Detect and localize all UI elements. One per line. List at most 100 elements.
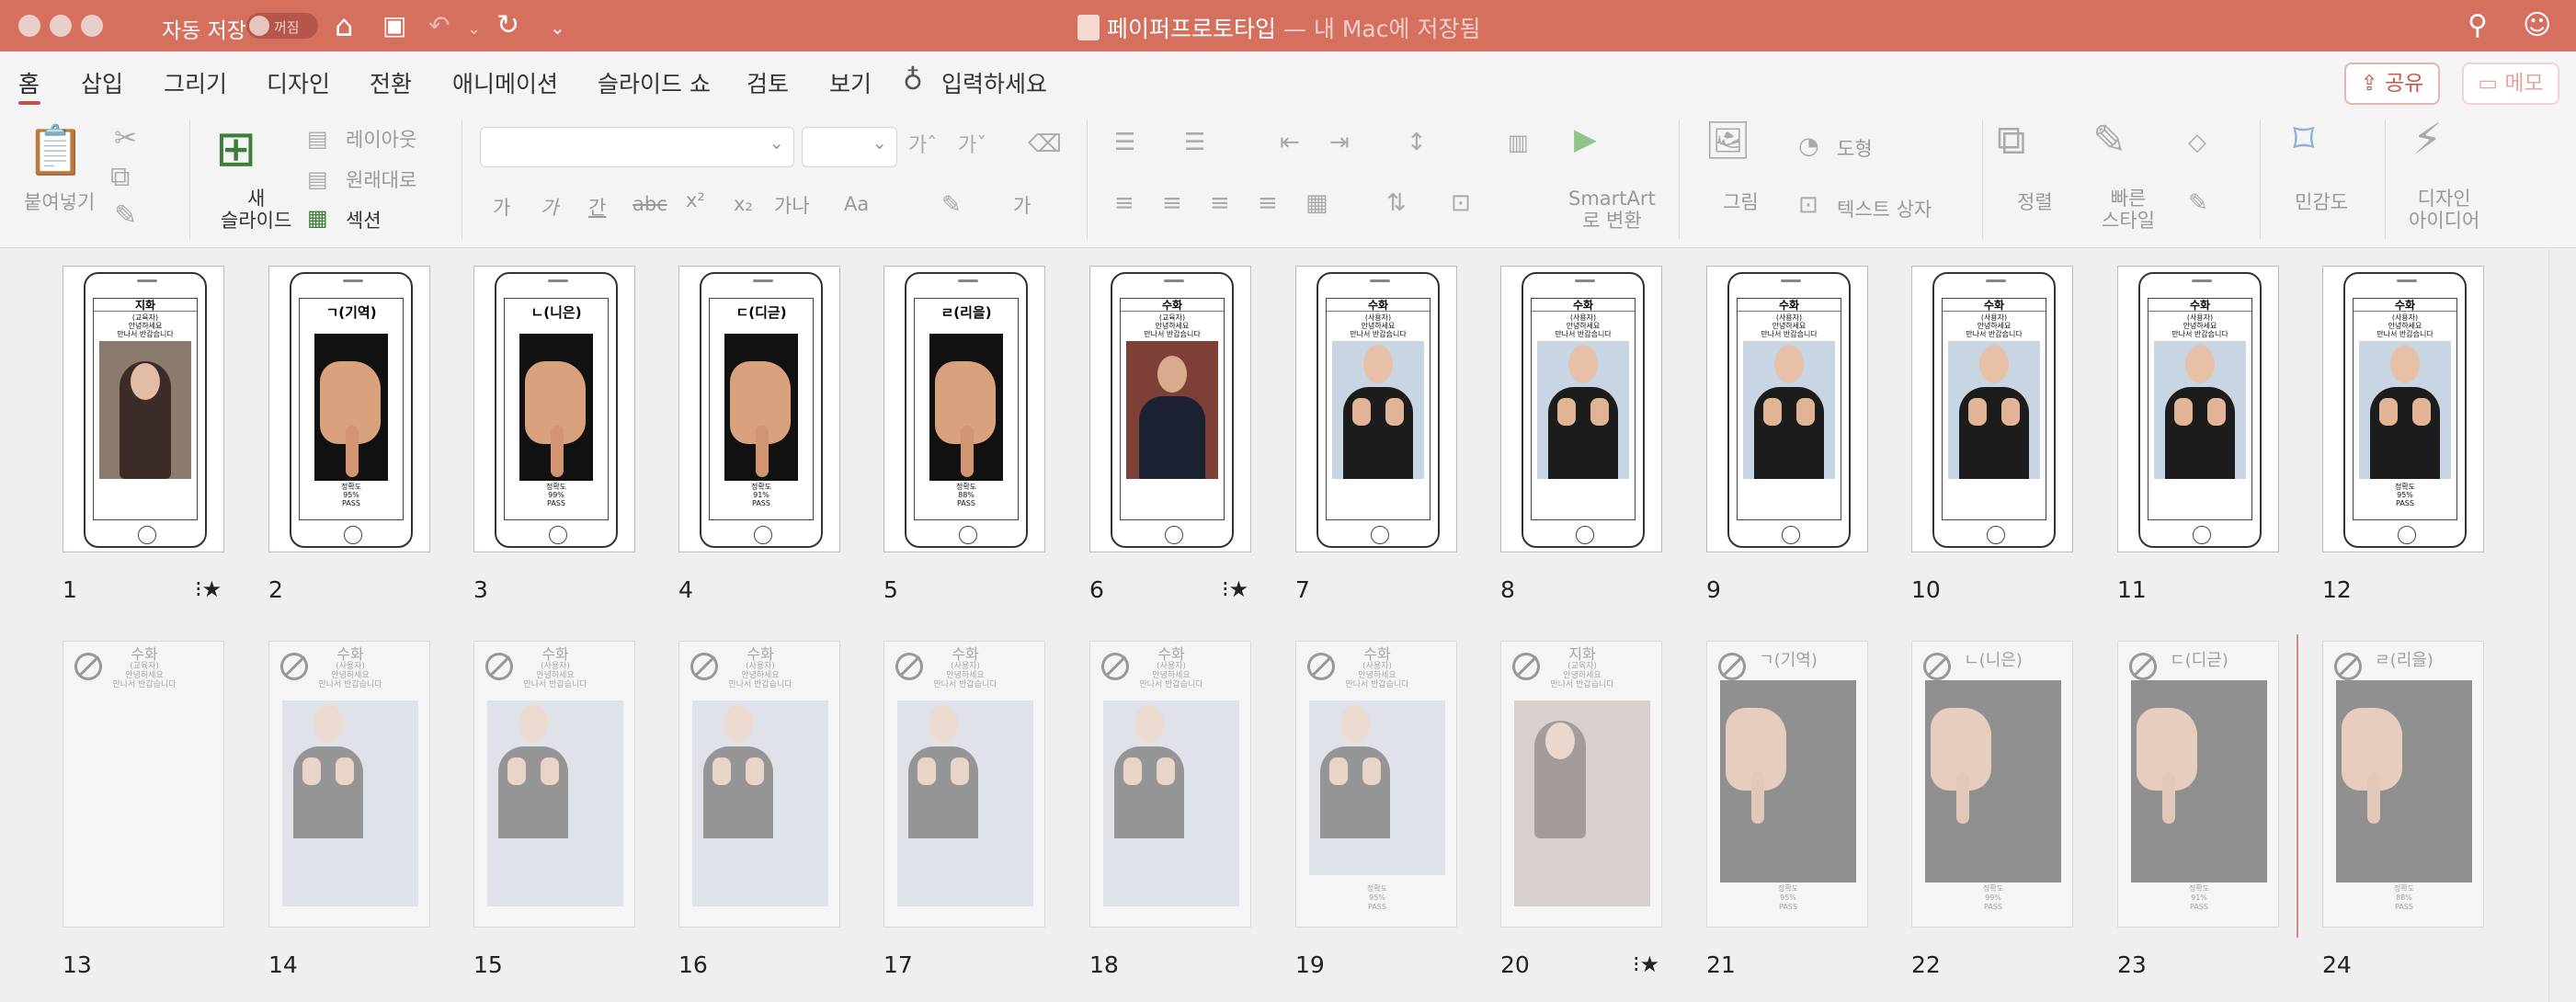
- clear-formatting-icon[interactable]: ⌫: [1028, 129, 1062, 160]
- arrange-button[interactable]: 정렬: [2017, 188, 2053, 215]
- quick-styles-button[interactable]: 빠른 스타일: [2102, 188, 2155, 232]
- share-button[interactable]: ⇪ 공유: [2344, 63, 2440, 105]
- highlight-icon[interactable]: ✎: [941, 189, 962, 221]
- layout-button[interactable]: 레이아웃: [346, 125, 416, 153]
- bold-button[interactable]: 가: [493, 193, 510, 221]
- copy-icon[interactable]: ⧉: [110, 162, 130, 193]
- reset-icon[interactable]: ▤: [307, 164, 328, 195]
- design-ideas-button[interactable]: 디자인 아이디어: [2409, 188, 2479, 232]
- slide-thumbnail[interactable]: ㄷ(디귿) 정확도 91% PASS: [678, 266, 840, 552]
- slide-thumbnail[interactable]: ㄴ(니은) 정확도 99% PASS: [473, 266, 635, 552]
- decrease-indent-icon[interactable]: ⇤: [1280, 127, 1300, 158]
- distributed-icon[interactable]: ▦: [1305, 188, 1328, 219]
- slide-thumbnail[interactable]: 수화 (사용자) 안녕하세요 만나서 반갑습니다: [1911, 266, 2073, 552]
- new-slide-label[interactable]: 새 슬라이드: [221, 188, 291, 232]
- tab-home[interactable]: 홈: [18, 66, 40, 99]
- italic-button[interactable]: 가: [541, 193, 558, 221]
- slide-thumbnail[interactable]: 수화 (사용자) 안녕하세요 만나서 반갑습니다 정확도 95% PASS: [1295, 641, 1457, 928]
- slide-thumbnail[interactable]: ㄹ(리을) 정확도 88% PASS: [2322, 641, 2484, 928]
- vertical-scrollbar[interactable]: [2548, 249, 2576, 1002]
- text-direction-icon[interactable]: ⇅: [1386, 188, 1407, 219]
- slide-thumbnail[interactable]: 수화 (사용자) 안녕하세요 만나서 반갑습니다 정확도 95% PASS: [2322, 266, 2484, 552]
- font-name-dropdown[interactable]: [480, 127, 794, 167]
- convert-smartart-button[interactable]: SmartArt 로 변환: [1568, 188, 1656, 232]
- close-window-button[interactable]: [18, 15, 40, 37]
- line-spacing-icon[interactable]: ↕: [1407, 127, 1427, 158]
- sensitivity-icon[interactable]: ⌑: [2293, 118, 2315, 160]
- slide-thumbnail[interactable]: ㄱ(기역) 정확도 95% PASS: [268, 266, 430, 552]
- tab-insert[interactable]: 삽입: [81, 66, 123, 99]
- textbox-icon[interactable]: ⊡: [1798, 189, 1818, 221]
- layout-icon[interactable]: ▤: [307, 123, 328, 154]
- paste-label[interactable]: 붙여넣기: [24, 188, 95, 215]
- section-icon[interactable]: ▦: [307, 202, 328, 233]
- slide-thumbnail[interactable]: 수화 (사용자) 안녕하세요 만나서 반갑습니다: [1295, 266, 1457, 552]
- slide-thumbnail[interactable]: 수화 (사용자) 안녕하세요 만나서 반갑습니다: [883, 641, 1045, 928]
- tab-animations[interactable]: 애니메이션: [452, 66, 558, 99]
- increase-indent-icon[interactable]: ⇥: [1329, 127, 1350, 158]
- superscript-button[interactable]: x²: [686, 189, 705, 211]
- textbox-button[interactable]: 텍스트 상자: [1837, 195, 1932, 222]
- save-icon[interactable]: ▣: [382, 9, 406, 42]
- slide-thumbnail[interactable]: 지화 (교육자) 안녕하세요 만나서 반갑습니다: [63, 266, 224, 552]
- strikethrough-button[interactable]: abc: [633, 193, 667, 215]
- slide-thumbnail[interactable]: ㄱ(기역) 정확도 95% PASS: [1706, 641, 1868, 928]
- search-icon[interactable]: ⚲: [2468, 9, 2488, 42]
- slide-thumbnail[interactable]: 수화 (사용자) 안녕하세요 만나서 반갑습니다: [1706, 266, 1868, 552]
- reset-button[interactable]: 원래대로: [346, 165, 416, 193]
- underline-button[interactable]: 간: [588, 193, 606, 221]
- smartart-icon[interactable]: ▶: [1574, 123, 1597, 154]
- tab-view[interactable]: 보기: [829, 66, 872, 99]
- account-icon[interactable]: ☺: [2523, 9, 2551, 42]
- cut-icon[interactable]: ✂: [114, 123, 137, 154]
- align-text-icon[interactable]: ⊡: [1451, 188, 1471, 219]
- picture-button[interactable]: 그림: [1723, 188, 1759, 215]
- slide-thumbnail[interactable]: 수화 (사용자) 안녕하세요 만나서 반갑습니다: [2117, 266, 2279, 552]
- quick-styles-icon[interactable]: ✎: [2092, 120, 2126, 161]
- shape-fill-icon[interactable]: ◇: [2188, 127, 2206, 158]
- section-button[interactable]: 섹션: [346, 206, 382, 233]
- slide-thumbnail[interactable]: 수화 (사용자) 안녕하세요 만나서 반갑습니다: [1500, 266, 1662, 552]
- char-spacing-button[interactable]: 가나: [774, 191, 810, 219]
- bullets-icon[interactable]: ☰: [1114, 127, 1135, 158]
- tab-review[interactable]: 검토: [747, 66, 789, 99]
- format-painter-icon[interactable]: ✎: [114, 200, 137, 232]
- tab-slideshow[interactable]: 슬라이드 쇼: [598, 66, 711, 99]
- slide-thumbnail[interactable]: ㄴ(니은) 정확도 99% PASS: [1911, 641, 2073, 928]
- customize-toolbar-icon[interactable]: ⌄: [550, 11, 565, 44]
- subscript-button[interactable]: x₂: [734, 193, 753, 215]
- slide-thumbnail[interactable]: 수화 (사용자) 안녕하세요 만나서 반갑습니다: [1089, 641, 1251, 928]
- align-right-icon[interactable]: ≡: [1210, 188, 1230, 219]
- new-slide-icon[interactable]: ⊞: [215, 123, 256, 175]
- slide-thumbnail[interactable]: 수화 (사용자) 안녕하세요 만나서 반갑습니다: [473, 641, 635, 928]
- designer-icon[interactable]: ⚡: [2412, 118, 2442, 160]
- font-color-button[interactable]: 가: [1013, 191, 1031, 219]
- slide-thumbnail[interactable]: ㄹ(리을) 정확도 88% PASS: [883, 266, 1045, 552]
- slide-thumbnail[interactable]: 수화 (사용자) 안녕하세요 만나서 반갑습니다: [678, 641, 840, 928]
- align-left-icon[interactable]: ≡: [1114, 188, 1134, 219]
- slide-thumbnail[interactable]: 수화 (교육자) 안녕하세요 만나서 반갑습니다: [63, 641, 224, 928]
- undo-icon[interactable]: ↶: [428, 9, 450, 42]
- numbering-icon[interactable]: ☰: [1184, 127, 1205, 158]
- shape-button[interactable]: 도형: [1837, 134, 1873, 162]
- autosave-toggle[interactable]: 꺼짐: [246, 13, 318, 39]
- tab-transitions[interactable]: 전환: [370, 66, 412, 99]
- sensitivity-button[interactable]: 민감도: [2295, 188, 2348, 215]
- minimize-window-button[interactable]: [50, 15, 72, 37]
- paste-icon[interactable]: 📋: [26, 125, 85, 176]
- slide-thumbnail[interactable]: 지화 (교육자) 안녕하세요 만나서 반갑습니다: [1500, 641, 1662, 928]
- redo-icon[interactable]: ↻: [496, 9, 519, 42]
- tab-design[interactable]: 디자인: [267, 66, 330, 99]
- zoom-window-button[interactable]: [81, 15, 103, 37]
- align-center-icon[interactable]: ≡: [1162, 188, 1182, 219]
- comments-button[interactable]: ▭ 메모: [2462, 63, 2559, 105]
- font-size-dropdown[interactable]: [802, 127, 897, 167]
- slide-thumbnail[interactable]: 수화 (사용자) 안녕하세요 만나서 반갑습니다: [268, 641, 430, 928]
- shape-icon[interactable]: ◔: [1798, 131, 1819, 162]
- arrange-icon[interactable]: ⧉: [1997, 120, 2025, 161]
- columns-icon[interactable]: ▥: [1508, 127, 1529, 158]
- slide-thumbnail[interactable]: ㄷ(디귿) 정확도 91% PASS: [2117, 641, 2279, 928]
- slide-thumbnail[interactable]: 수화 (교육자) 안녕하세요 만나서 반갑습니다: [1089, 266, 1251, 552]
- shape-outline-icon[interactable]: ✎: [2188, 188, 2208, 219]
- tell-me-input[interactable]: 입력하세요: [941, 66, 1047, 99]
